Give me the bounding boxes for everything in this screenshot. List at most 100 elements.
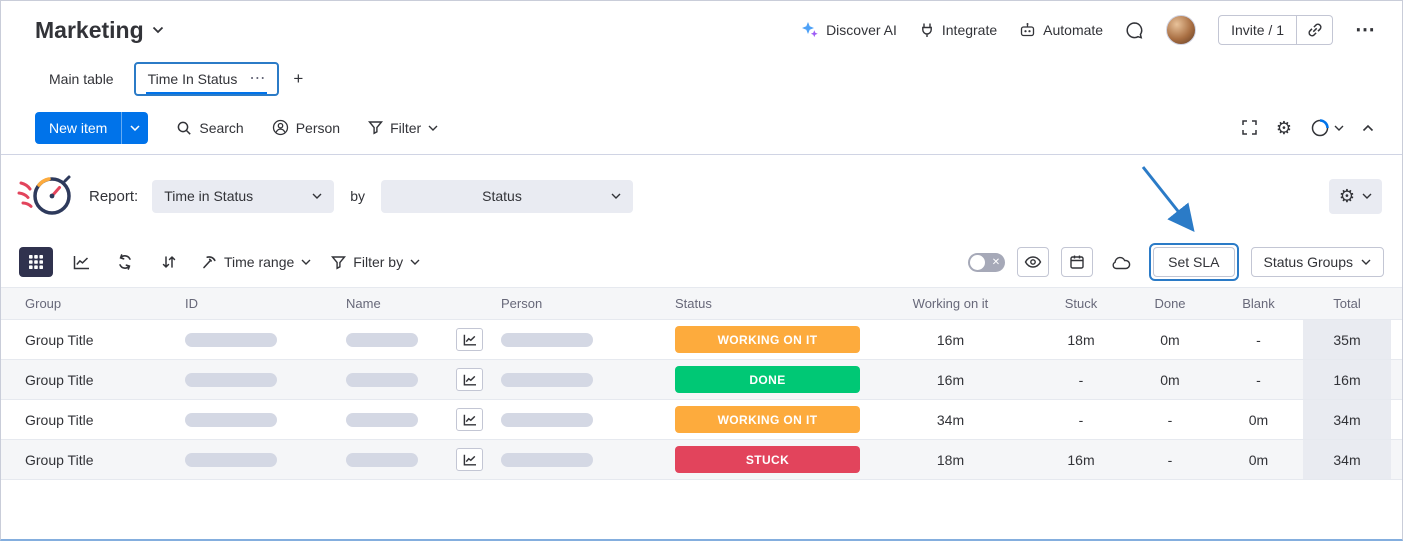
person-placeholder <box>501 453 593 467</box>
chevron-down-icon <box>301 259 311 265</box>
status-groups-label: Status Groups <box>1264 254 1354 270</box>
stuck-value: 16m <box>1036 452 1126 468</box>
col-status: Status <box>675 296 865 311</box>
chat-button[interactable] <box>1125 21 1144 40</box>
table-row: Group Title WORKING ON IT 16m 18m 0m - 3… <box>1 320 1402 360</box>
discover-ai-button[interactable]: Discover AI <box>801 21 897 39</box>
status-badge[interactable]: WORKING ON IT <box>675 406 860 433</box>
add-view-button[interactable]: + <box>293 69 303 89</box>
group-by-select[interactable]: Status <box>381 180 633 213</box>
status-badge[interactable]: DONE <box>675 366 860 393</box>
group-title: Group Title <box>25 452 185 468</box>
board-menu-button[interactable]: ⋯ <box>1355 20 1376 40</box>
collapse-header-button[interactable] <box>1362 124 1374 132</box>
fullscreen-button[interactable] <box>1241 119 1258 136</box>
person-icon <box>272 119 289 136</box>
board-title[interactable]: Marketing <box>35 17 164 44</box>
tab-time-in-status[interactable]: Time In Status ⋯ <box>146 64 268 94</box>
filter-button[interactable]: Filter <box>368 120 438 136</box>
visibility-button[interactable] <box>1017 247 1049 277</box>
chevron-down-icon <box>611 193 621 199</box>
status-badge[interactable]: WORKING ON IT <box>675 326 860 353</box>
board-toolbar-right: ⚙ <box>1241 118 1374 138</box>
col-person: Person <box>501 296 675 311</box>
board-page: Marketing Discover AI Integrate <box>0 0 1403 541</box>
person-filter-button[interactable]: Person <box>272 119 340 136</box>
chart-view-button[interactable] <box>65 247 97 277</box>
tab-options-icon[interactable]: ⋯ <box>249 71 265 87</box>
new-item-dropdown-button[interactable] <box>121 112 148 144</box>
invite-button[interactable]: Invite / 1 <box>1218 15 1297 45</box>
table-header-row: Group ID Name Person Status Working on i… <box>1 287 1402 320</box>
integrate-label: Integrate <box>942 22 997 38</box>
calendar-button[interactable] <box>1061 247 1093 277</box>
row-chart-button[interactable] <box>456 408 483 431</box>
view-toolbar-right: ✕ Set SLA Status Groups <box>968 243 1384 281</box>
total-value: 34m <box>1303 440 1391 479</box>
line-chart-icon <box>73 255 90 270</box>
done-value: 0m <box>1126 372 1214 388</box>
row-chart-button[interactable] <box>456 328 483 351</box>
chevron-down-icon <box>152 26 164 34</box>
new-item-button[interactable]: New item <box>35 112 121 144</box>
widget-settings-button[interactable]: ⚙ <box>1329 179 1382 214</box>
time-range-button[interactable]: Time range <box>197 254 315 270</box>
group-title: Group Title <box>25 412 185 428</box>
toggle-switch[interactable]: ✕ <box>968 253 1005 272</box>
working-value: 16m <box>865 332 1036 348</box>
tab-main-table[interactable]: Main table <box>35 63 128 95</box>
refresh-icon <box>116 253 134 271</box>
search-label: Search <box>199 120 243 136</box>
total-value: 16m <box>1303 360 1391 399</box>
refresh-button[interactable] <box>109 247 141 277</box>
invite-group: Invite / 1 <box>1218 15 1333 45</box>
group-title: Group Title <box>25 372 185 388</box>
toggle-knob <box>970 255 985 270</box>
set-sla-button[interactable]: Set SLA <box>1153 247 1234 277</box>
chevron-up-icon <box>1362 124 1374 132</box>
board-powerups-button[interactable] <box>1310 118 1344 138</box>
toggle-off-icon: ✕ <box>992 256 1000 269</box>
line-chart-icon <box>463 334 477 346</box>
copy-link-button[interactable] <box>1297 15 1333 45</box>
export-button[interactable] <box>1105 247 1137 277</box>
time-in-status-logo <box>17 172 75 220</box>
table-view-button[interactable] <box>19 247 53 277</box>
ai-sparkle-icon <box>801 21 819 39</box>
filter-by-button[interactable]: Filter by <box>327 254 424 270</box>
row-chart-button[interactable] <box>456 368 483 391</box>
search-button[interactable]: Search <box>176 120 243 136</box>
person-placeholder <box>501 333 593 347</box>
col-stuck: Stuck <box>1036 296 1126 311</box>
link-icon <box>1307 22 1323 38</box>
id-placeholder <box>185 333 277 347</box>
done-value: 0m <box>1126 332 1214 348</box>
chevron-down-icon <box>1361 259 1371 265</box>
chevron-down-icon <box>312 193 322 199</box>
integrate-button[interactable]: Integrate <box>919 22 997 38</box>
automate-button[interactable]: Automate <box>1019 22 1103 38</box>
report-type-select[interactable]: Time in Status <box>152 180 334 213</box>
by-label: by <box>350 188 365 204</box>
name-placeholder <box>346 373 418 387</box>
time-in-status-table: Group ID Name Person Status Working on i… <box>1 287 1402 480</box>
chevron-down-icon <box>130 125 140 131</box>
sort-button[interactable] <box>153 247 185 277</box>
working-value: 18m <box>865 452 1036 468</box>
col-id: ID <box>185 296 346 311</box>
integrate-icon <box>919 22 935 38</box>
status-badge[interactable]: STUCK <box>675 446 860 473</box>
stuck-value: - <box>1036 372 1126 388</box>
board-toolbar: New item Search Person Filter <box>1 101 1402 155</box>
col-done: Done <box>1126 296 1214 311</box>
expand-icon <box>1241 119 1258 136</box>
sort-arrows-icon <box>161 254 177 270</box>
report-type-value: Time in Status <box>164 188 253 204</box>
board-settings-button[interactable]: ⚙ <box>1276 119 1292 137</box>
table-row: Group Title DONE 16m - 0m - 16m <box>1 360 1402 400</box>
row-chart-button[interactable] <box>456 448 483 471</box>
tab-time-in-status-label: Time In Status <box>148 71 238 87</box>
status-groups-button[interactable]: Status Groups <box>1251 247 1385 277</box>
view-toolbar: Time range Filter by ✕ <box>1 237 1402 287</box>
user-avatar[interactable] <box>1166 15 1196 45</box>
